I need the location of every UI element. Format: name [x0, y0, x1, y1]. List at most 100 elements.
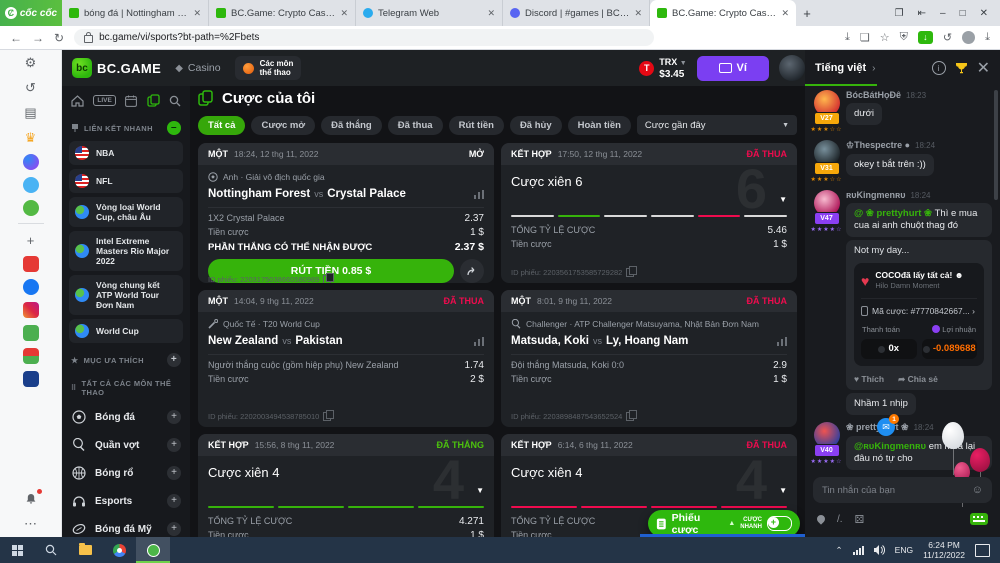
trophy-icon[interactable]	[955, 62, 968, 74]
share-page-icon[interactable]: ❏	[860, 31, 870, 44]
live-tab[interactable]: LIVE	[93, 95, 115, 106]
reload-icon[interactable]: ↻	[54, 31, 64, 45]
bet-card-combo-won[interactable]: KẾT HỢP 15:56, 8 thg 11, 2022 ĐÃ THẮNG 4…	[198, 434, 494, 537]
back-icon[interactable]: ←	[10, 31, 22, 45]
pin-sidebar-icon[interactable]: ⇤	[918, 8, 926, 19]
coccoc-taskbar-icon[interactable]	[136, 537, 170, 563]
save-page-icon[interactable]: ⤓	[845, 31, 850, 44]
action-center-icon[interactable]	[975, 544, 990, 557]
floating-chat-notification[interactable]: ✉ 1	[877, 418, 895, 436]
instagram-icon[interactable]	[23, 302, 39, 318]
tab-close-icon[interactable]: ✕	[781, 8, 789, 19]
sidebar-item-tennis[interactable]: Quần vợt +	[69, 431, 183, 459]
home-tab-icon[interactable]	[71, 95, 84, 107]
network-icon[interactable]	[853, 546, 864, 555]
expand-combo-icon[interactable]: ▼	[779, 486, 787, 495]
file-explorer-icon[interactable]	[68, 537, 102, 563]
betslip-button[interactable]: Phiếu cược ▲ CƯỢCNHANH +	[648, 510, 800, 537]
bet-card-cricket[interactable]: MỘT 14:04, 9 thg 11, 2022 ĐÃ THUA Quốc T…	[198, 290, 494, 427]
sidebar-item-iem-rio[interactable]: Intel Extreme Masters Rio Major 2022	[69, 231, 183, 271]
sidebar-item-esports[interactable]: Esports +	[69, 487, 183, 515]
chrome-icon[interactable]	[102, 537, 136, 563]
expand-combo-icon[interactable]: ▼	[779, 195, 787, 204]
chat-username[interactable]: BócBátHọĐê	[846, 90, 901, 100]
reading-mode-icon[interactable]: ❐	[895, 8, 904, 19]
add-shortcut-icon[interactable]: +	[22, 231, 40, 249]
tab-close-icon[interactable]: ✕	[634, 8, 642, 19]
facebook-icon[interactable]	[23, 279, 39, 295]
address-bar[interactable]: bc.game/vi/sports?bt-path=%2Fbets	[74, 29, 654, 46]
filter-cancelled[interactable]: Đã hủy	[510, 116, 562, 135]
share-button[interactable]: ➦ Chia sẻ	[898, 373, 938, 385]
stats-icon[interactable]	[777, 337, 787, 346]
crown-icon[interactable]: ♛	[22, 129, 40, 147]
filter-lost[interactable]: Đã thua	[388, 116, 443, 135]
language-indicator[interactable]: ENG	[895, 545, 913, 555]
sync-icon[interactable]: ↺	[943, 31, 952, 44]
expand-combo-icon[interactable]: ▼	[476, 486, 484, 495]
tab-close-icon[interactable]: ✕	[193, 8, 201, 19]
sidebar-item-atp-finals[interactable]: Vòng chung kết ATP World Tour Đơn Nam	[69, 275, 183, 315]
sidebar-item-nba[interactable]: NBA	[69, 141, 183, 165]
chat-language-tab[interactable]: Tiếng việt	[815, 62, 866, 74]
bet-card-single-open[interactable]: MỘT 18:24, 12 thg 11, 2022 MỞ Anh · Giải…	[198, 143, 494, 283]
user-mention[interactable]: @ʀᴜKingmenʀᴜ	[854, 441, 929, 452]
sidebar-item-soccer[interactable]: Bóng đá +	[69, 403, 183, 431]
browser-profile-avatar[interactable]	[962, 31, 975, 44]
reading-list-icon[interactable]: ▤	[22, 104, 40, 122]
volume-icon[interactable]	[874, 545, 885, 555]
maximize-button[interactable]: □	[960, 8, 966, 19]
messenger-icon[interactable]	[23, 154, 39, 170]
youtube-icon[interactable]	[23, 256, 39, 272]
expand-sport-button[interactable]: +	[167, 410, 181, 424]
emoji-icon[interactable]: ☺	[972, 484, 983, 496]
bcgame-logo[interactable]: bc BC.GAME	[72, 58, 161, 78]
expand-sport-button[interactable]: +	[167, 494, 181, 508]
filter-refund[interactable]: Hoàn tiền	[568, 116, 631, 135]
copy-icon[interactable]	[626, 412, 634, 421]
tray-chevron-icon[interactable]: ⌃	[836, 545, 843, 556]
bet-card-combo-6[interactable]: KẾT HỢP 17:50, 12 thg 11, 2022 ĐÃ THUA 6…	[501, 143, 797, 283]
nav-casino[interactable]: ◆ Casino	[175, 62, 220, 74]
chat-input[interactable]: Tin nhắn của bạn ☺	[813, 477, 992, 503]
garden-icon[interactable]	[23, 348, 39, 364]
filter-won[interactable]: Đã thắng	[321, 116, 382, 135]
add-favorite-button[interactable]: +	[167, 353, 181, 367]
sidebar-item-wc-qualifiers[interactable]: Vòng loại World Cup, châu Âu	[69, 197, 183, 227]
sidebar-item-basketball[interactable]: Bóng rổ +	[69, 459, 183, 487]
sidebar-item-nfl[interactable]: NFL	[69, 169, 183, 193]
tab-telegram[interactable]: Telegram Web ✕	[356, 0, 503, 26]
share-bet-button[interactable]	[460, 259, 484, 283]
my-bets-tab-icon[interactable]	[147, 94, 160, 107]
sidebar-item-world-cup[interactable]: World Cup	[69, 319, 183, 343]
bet-code-row[interactable]: Mã cược: #7770842667... ›	[861, 305, 977, 317]
history-icon[interactable]: ↺	[22, 79, 40, 97]
bookmark-star-icon[interactable]: ☆	[880, 31, 890, 44]
close-chat-icon[interactable]: ✕	[977, 58, 990, 78]
chat-rules-icon[interactable]: i	[932, 61, 946, 75]
wallet-button[interactable]: Ví	[697, 56, 769, 81]
minimize-button[interactable]: –	[940, 8, 946, 19]
slash-command-icon[interactable]: /.	[837, 514, 843, 525]
user-mention[interactable]: @ ❀ prettyhurt ❀	[854, 208, 935, 219]
chat-scrollbar[interactable]	[994, 90, 998, 200]
filter-cashout[interactable]: Rút tiền	[449, 116, 504, 135]
notifications-bell-icon[interactable]	[22, 490, 40, 508]
tab-close-icon[interactable]: ✕	[487, 8, 495, 19]
expand-sport-button[interactable]: +	[167, 466, 181, 480]
filter-open[interactable]: Cược mở	[251, 116, 315, 135]
quick-bet-toggle[interactable]: +	[767, 516, 792, 531]
start-button[interactable]	[0, 537, 34, 563]
taskbar-search-icon[interactable]	[34, 537, 68, 563]
game-hub-icon[interactable]	[23, 200, 39, 216]
chevron-right-icon[interactable]: ›	[872, 63, 875, 74]
copy-icon[interactable]	[323, 412, 331, 421]
sort-dropdown[interactable]: Cược gần đây ▼	[637, 115, 797, 135]
copy-icon[interactable]	[323, 275, 331, 283]
schedule-tab-icon[interactable]	[125, 95, 137, 107]
adblock-shield-icon[interactable]: ⛨	[900, 31, 908, 44]
forward-icon[interactable]: →	[32, 31, 44, 45]
coccoc-brand[interactable]: Ȼ cốc cốc	[0, 0, 62, 26]
stats-icon[interactable]	[474, 337, 484, 346]
rain-tip-icon[interactable]	[815, 513, 826, 524]
